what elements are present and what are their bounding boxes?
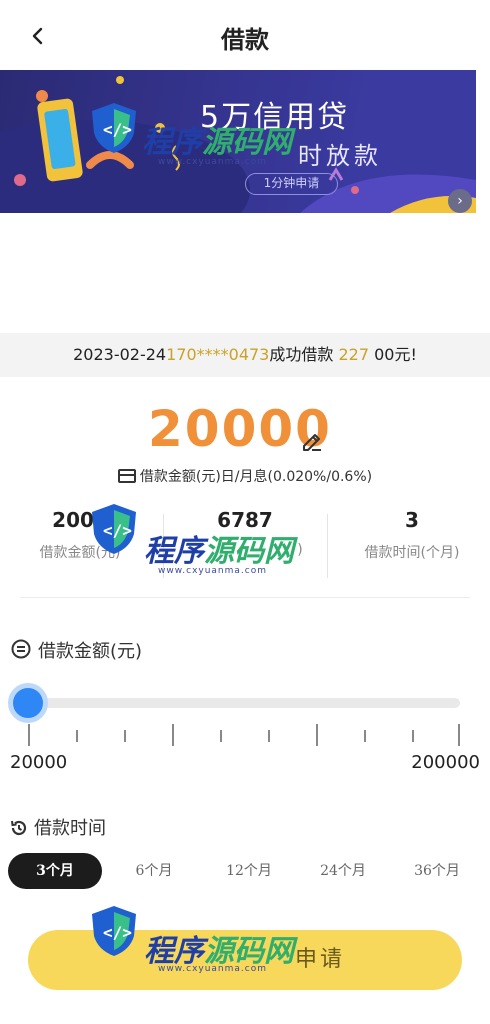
svg-text:</>: </> bbox=[103, 120, 132, 139]
notice-date: 2023-02-24 bbox=[73, 345, 167, 364]
top-bar: 借款 bbox=[0, 0, 490, 72]
watermark-text-a: 程序 bbox=[142, 125, 202, 160]
notice-amount: 227 bbox=[338, 345, 370, 364]
tick bbox=[124, 730, 126, 742]
term-section-title: 借款时间 bbox=[10, 814, 106, 840]
watermark: </> 程序源码网 www.cxyuanma.com bbox=[86, 898, 326, 998]
term-option-3[interactable]: 3个月 bbox=[8, 853, 102, 889]
tick bbox=[268, 730, 270, 742]
rate-label: 借款金额(元)日/月息(0.020%/0.6%) bbox=[139, 469, 373, 485]
page-title: 借款 bbox=[221, 26, 269, 54]
rate-line: 借款金额(元)日/月息(0.020%/0.6%) bbox=[0, 466, 490, 486]
tick bbox=[220, 730, 222, 742]
tick bbox=[364, 730, 366, 742]
divider bbox=[327, 514, 328, 578]
notice-phone: 170****0473 bbox=[166, 345, 270, 364]
watermark-url: www.cxyuanma.com bbox=[158, 964, 268, 974]
term-section-label: 借款时间 bbox=[34, 818, 106, 839]
amount-slider-track[interactable] bbox=[28, 698, 460, 708]
chevron-right-icon[interactable]: › bbox=[448, 189, 472, 213]
tick bbox=[412, 730, 414, 742]
stat-term: 3 借款时间(个月) bbox=[332, 508, 490, 562]
term-option-12[interactable]: 12个月 bbox=[204, 853, 294, 889]
divider bbox=[20, 597, 470, 598]
tick bbox=[458, 724, 460, 746]
amount-slider-thumb[interactable] bbox=[8, 683, 48, 723]
amount-section-title: 借款金额(元) bbox=[10, 637, 142, 663]
edit-icon[interactable] bbox=[300, 430, 324, 454]
term-option-36[interactable]: 36个月 bbox=[392, 853, 482, 889]
watermark-url: www.cxyuanma.com bbox=[158, 566, 268, 576]
banner-subtitle: 时放款 bbox=[298, 142, 382, 170]
term-option-24[interactable]: 24个月 bbox=[298, 853, 388, 889]
loan-notice: 2023-02-24170****0473成功借款 227 00元! bbox=[0, 333, 490, 377]
watermark-text-a: 程序 bbox=[144, 534, 204, 569]
watermark: </> 程序源码网 www.cxyuanma.com bbox=[86, 500, 326, 590]
notice-tail: 00元! bbox=[374, 345, 417, 364]
slider-max-label: 200000 bbox=[411, 752, 480, 773]
watermark: </> 程序源码网 www.cxyuanma.com bbox=[86, 95, 306, 185]
watermark-shield-icon: </> bbox=[92, 906, 136, 956]
money-icon bbox=[11, 639, 31, 659]
notice-mid: 成功借款 bbox=[269, 345, 334, 364]
term-options: 3个月 6个月 12个月 24个月 36个月 bbox=[8, 853, 482, 889]
stat-label: 借款时间(个月) bbox=[364, 545, 460, 561]
tick bbox=[172, 724, 174, 746]
tick bbox=[316, 724, 318, 746]
tick bbox=[76, 730, 78, 742]
svg-text:</>: </> bbox=[103, 521, 132, 540]
slider-ticks bbox=[28, 724, 460, 748]
stat-value: 3 bbox=[405, 508, 419, 532]
watermark-text-b: 源码网 bbox=[202, 125, 292, 160]
watermark-text-b: 源码网 bbox=[204, 534, 294, 569]
card-icon bbox=[117, 469, 136, 483]
term-option-6[interactable]: 6个月 bbox=[112, 853, 196, 889]
amount-section-label: 借款金额(元) bbox=[38, 641, 143, 662]
watermark-url: www.cxyuanma.com bbox=[158, 157, 268, 167]
watermark-shield-icon: </> bbox=[92, 504, 136, 554]
slider-min-label: 20000 bbox=[10, 752, 68, 773]
tick bbox=[28, 724, 30, 746]
watermark-shield-icon: </> bbox=[92, 103, 136, 153]
svg-text:</>: </> bbox=[103, 923, 132, 942]
history-icon bbox=[11, 820, 27, 836]
